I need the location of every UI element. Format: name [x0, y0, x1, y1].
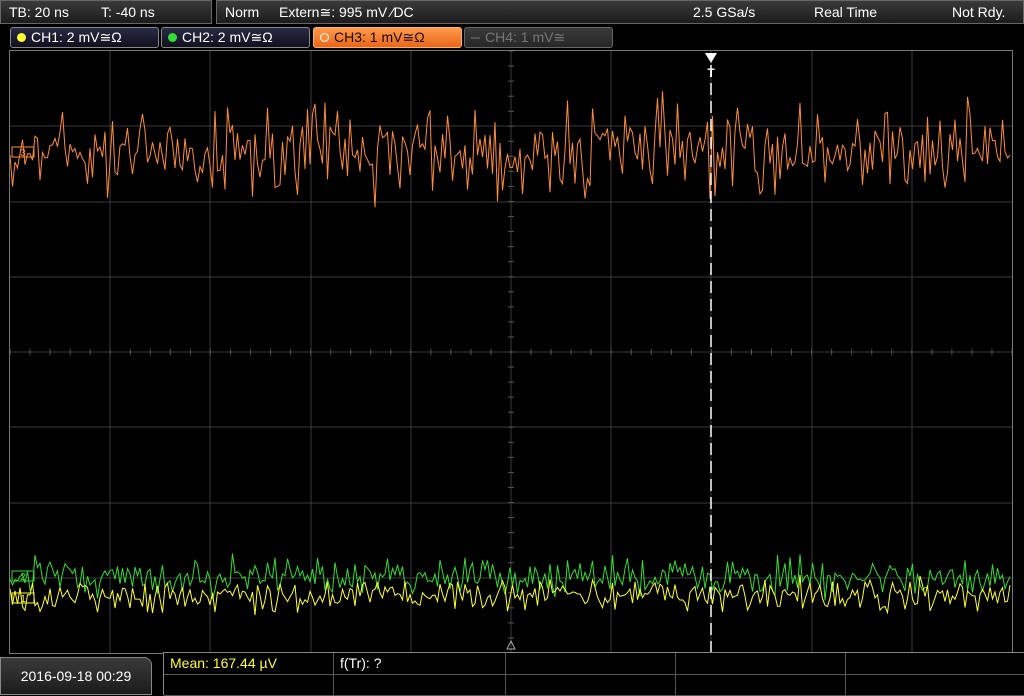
trigger-marker: T	[707, 66, 715, 80]
measurement-row	[164, 674, 1024, 696]
ch1-label: CH1: 2 mV≅Ω	[31, 29, 122, 45]
top-status-bar: TB: 20 ns T: -40 ns Norm Extern≅: 995 mV…	[0, 0, 1024, 24]
channel-1-button[interactable]: CH1: 2 mV≅Ω	[10, 27, 159, 48]
timebase-label: TB: 20 ns	[9, 4, 69, 20]
channel-3-button[interactable]: CH3: 1 mV≅Ω	[313, 27, 462, 48]
channel-2-button[interactable]: CH2: 2 mV≅Ω	[161, 27, 310, 48]
waveform-svg: T 3 2 1	[10, 51, 1012, 653]
graticule	[10, 51, 1012, 653]
acquisition-mode-label: Real Time	[814, 4, 878, 20]
mean-measurement[interactable]: Mean: 167.44 µV	[164, 653, 334, 674]
ch1-indicator-icon	[17, 33, 26, 42]
trigger-position-arrow-icon[interactable]	[705, 53, 717, 63]
trigger-mode-label: Norm	[225, 4, 260, 20]
ch3-label: CH3: 1 mV≅Ω	[334, 29, 425, 45]
trigger-time-label: T: -40 ns	[101, 4, 155, 20]
frequency-measurement[interactable]: f(Tr): ?	[334, 653, 506, 674]
measurement-slot-3[interactable]	[506, 653, 676, 674]
measurement-row: Mean: 167.44 µV f(Tr): ?	[164, 653, 1024, 675]
ch3-indicator-icon	[320, 33, 329, 42]
trigger-source-label: Extern≅: 995 mV ⁄DC	[279, 4, 414, 20]
timebase-box[interactable]: TB: 20 ns T: -40 ns	[0, 0, 212, 24]
measurement-slot-6[interactable]	[164, 674, 334, 695]
measurement-panel[interactable]: Mean: 167.44 µV f(Tr): ?	[163, 652, 1024, 696]
trigger-status-box[interactable]: Norm Extern≅: 995 mV ⁄DC 2.5 GSa/s Real …	[216, 0, 1024, 24]
ch3-offset-label: 3	[20, 148, 26, 159]
measurement-slot-8[interactable]	[506, 674, 676, 695]
sample-rate-label: 2.5 GSa/s	[693, 4, 756, 20]
ch4-label: CH4: 1 mV≅	[485, 29, 566, 45]
measurement-slot-5[interactable]	[846, 653, 1024, 674]
trigger-ready-status: Not Rdy.	[952, 4, 1006, 20]
ch2-offset-label: 2	[20, 572, 26, 583]
measurement-slot-4[interactable]	[676, 653, 846, 674]
measurement-slot-9[interactable]	[676, 674, 846, 695]
datetime-box: 2016-09-18 00:29	[0, 657, 152, 695]
channel-4-button[interactable]: CH4: 1 mV≅	[464, 27, 613, 48]
ch2-label: CH2: 2 mV≅Ω	[182, 29, 273, 45]
datetime-label: 2016-09-18 00:29	[20, 668, 132, 684]
ch1-offset-label: 1	[20, 594, 26, 605]
ch4-indicator-icon	[471, 37, 480, 39]
waveform-display[interactable]: T 3 2 1	[9, 50, 1013, 654]
ch3-waveform	[10, 91, 1011, 208]
measurement-slot-7[interactable]	[334, 674, 506, 695]
measurement-slot-10[interactable]	[846, 674, 1024, 695]
ch2-indicator-icon	[168, 33, 177, 42]
